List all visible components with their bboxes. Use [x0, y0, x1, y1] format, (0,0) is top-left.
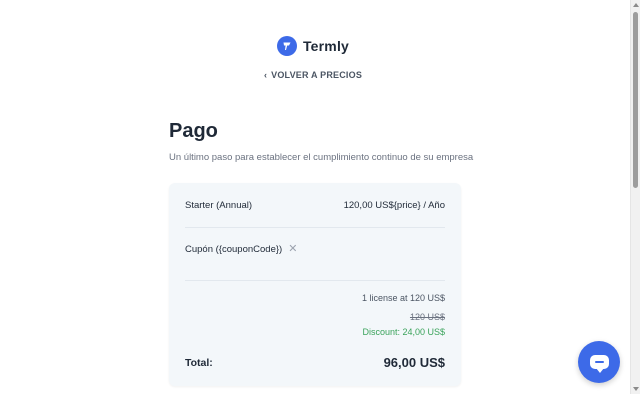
plan-row: Starter (Annual) 120,00 US${price} / Año: [185, 200, 445, 211]
page-subtitle: Un último paso para establecer el cumpli…: [169, 152, 474, 163]
scroll-down-arrow-icon[interactable]: [633, 387, 639, 391]
total-label: Total:: [185, 356, 213, 369]
total-row: Total: 96,00 US$: [185, 355, 445, 370]
remove-coupon-icon[interactable]: ✕: [288, 244, 297, 255]
original-price: 120 US$: [409, 312, 445, 322]
discount-line: Discount: 24,00 US$: [362, 327, 445, 337]
order-summary-card: Starter (Annual) 120,00 US${price} / Año…: [169, 183, 461, 386]
divider: [185, 280, 445, 281]
chat-icon: [589, 355, 609, 373]
back-to-pricing-link[interactable]: ‹ VOLVER A PRECIOS: [0, 70, 626, 80]
page-scrollbar[interactable]: [630, 0, 640, 394]
brand-header: Termly: [0, 36, 626, 56]
brand-name: Termly: [302, 38, 350, 54]
total-value: 96,00 US$: [383, 355, 445, 370]
checkout-page: Termly ‹ VOLVER A PRECIOS Pago Un último…: [0, 0, 640, 394]
scroll-up-arrow-icon[interactable]: [633, 3, 639, 7]
scrollbar-thumb[interactable]: [633, 12, 638, 188]
page-title: Pago: [169, 120, 218, 142]
termly-logo-icon: [276, 36, 297, 56]
license-line: 1 license at 120 US$: [361, 293, 445, 303]
coupon-label: Cupón ({couponCode}): [185, 244, 283, 255]
chat-button[interactable]: [578, 341, 620, 383]
divider: [185, 227, 445, 228]
plan-price: 120,00 US${price} / Año: [343, 200, 445, 211]
back-link-label: VOLVER A PRECIOS: [271, 70, 363, 80]
coupon-row: Cupón ({couponCode}) ✕: [185, 244, 297, 256]
chevron-left-icon: ‹: [263, 69, 268, 80]
plan-name: Starter (Annual): [185, 200, 253, 211]
